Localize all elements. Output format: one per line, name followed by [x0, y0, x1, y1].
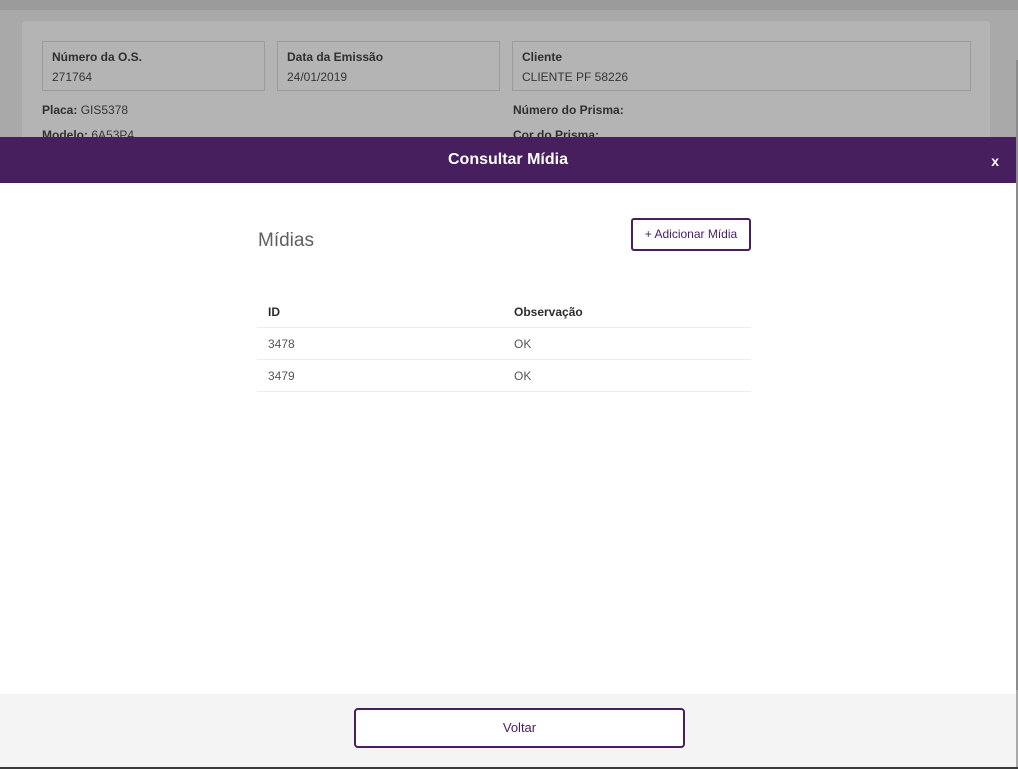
column-header-observation: Observação	[514, 304, 583, 319]
media-observation-cell: OK	[514, 336, 532, 351]
prism-number-label: Número do Prisma:	[513, 103, 624, 117]
table-row[interactable]: 3479 OK	[257, 360, 751, 392]
page: Número da O.S. 271764 Data da Emissão 24…	[0, 0, 1018, 769]
table-row[interactable]: 3478 OK	[257, 328, 751, 360]
plate-label: Placa:	[42, 103, 78, 117]
plate-value: GIS5378	[80, 103, 129, 117]
client-value: CLIENTE PF 58226	[522, 70, 629, 84]
client-label: Cliente	[522, 50, 563, 64]
client-field: Cliente CLIENTE PF 58226	[512, 41, 971, 91]
consult-media-modal: Consultar Mídia x Mídias + Adicionar Míd…	[0, 137, 1016, 767]
os-number-label: Número da O.S.	[52, 50, 143, 64]
emission-date-value: 24/01/2019	[287, 70, 348, 84]
media-id-cell: 3478	[268, 336, 295, 351]
emission-date-label: Data da Emissão	[287, 50, 384, 64]
os-number-value: 271764	[52, 70, 93, 84]
add-media-button[interactable]: + Adicionar Mídia	[631, 218, 751, 251]
prism-number-line: Número do Prisma:	[513, 102, 624, 118]
background-top-bar	[0, 0, 1018, 10]
media-section-title: Mídias	[258, 230, 314, 251]
os-number-field: Número da O.S. 271764	[42, 41, 265, 91]
back-button[interactable]: Voltar	[354, 708, 685, 748]
plate-line: Placa: GIS5378	[42, 102, 128, 118]
table-header-row: ID Observação	[257, 296, 751, 328]
modal-title: Consultar Mídia	[447, 151, 568, 168]
media-table: ID Observação 3478 OK 3479 OK	[257, 296, 751, 392]
media-id-cell: 3479	[268, 368, 295, 383]
media-observation-cell: OK	[514, 368, 532, 383]
modal-header: Consultar Mídia x	[0, 137, 1016, 183]
close-button[interactable]: x	[991, 152, 999, 170]
column-header-id: ID	[268, 304, 280, 319]
modal-footer: Voltar	[0, 694, 1016, 767]
emission-date-field: Data da Emissão 24/01/2019	[277, 41, 500, 91]
